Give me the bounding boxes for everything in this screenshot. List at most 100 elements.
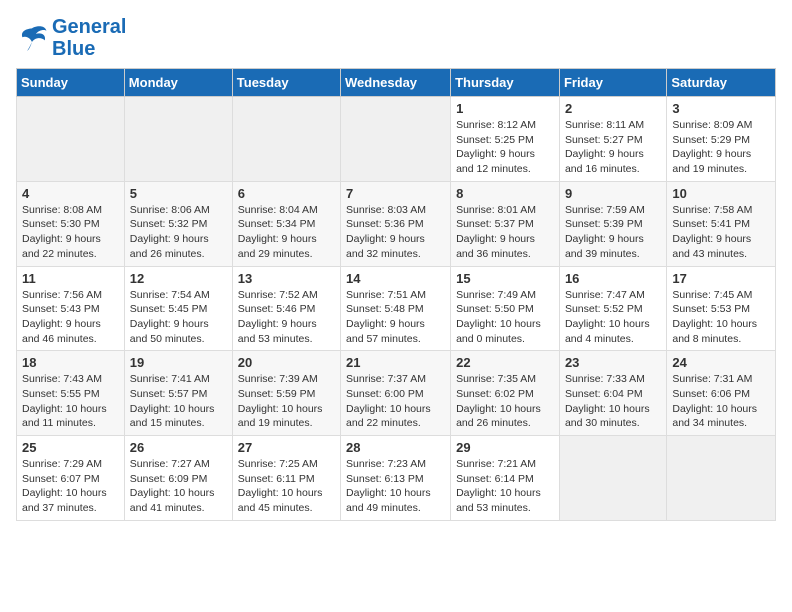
day-info: Sunrise: 8:12 AM Sunset: 5:25 PM Dayligh… xyxy=(456,118,554,177)
day-info: Sunrise: 8:09 AM Sunset: 5:29 PM Dayligh… xyxy=(672,118,770,177)
day-info: Sunrise: 8:06 AM Sunset: 5:32 PM Dayligh… xyxy=(130,203,227,262)
calendar-cell: 8 Sunrise: 8:01 AM Sunset: 5:37 PM Daylig… xyxy=(451,181,560,266)
column-header-tuesday: Tuesday xyxy=(232,69,340,97)
day-number: 17 xyxy=(672,271,770,286)
day-info: Sunrise: 7:35 AM Sunset: 6:02 PM Dayligh… xyxy=(456,372,554,431)
calendar-cell xyxy=(667,436,776,521)
calendar-week-row: 18 Sunrise: 7:43 AM Sunset: 5:55 PM Dayli… xyxy=(17,351,776,436)
calendar-cell: 20 Sunrise: 7:39 AM Sunset: 5:59 PM Dayli… xyxy=(232,351,340,436)
day-number: 9 xyxy=(565,186,661,201)
day-number: 14 xyxy=(346,271,445,286)
calendar-table: SundayMondayTuesdayWednesdayThursdayFrid… xyxy=(16,68,776,521)
logo: General Blue xyxy=(16,16,126,60)
calendar-cell: 16Sunrise: 7:47 AM Sunset: 5:52 PM Dayli… xyxy=(559,266,666,351)
calendar-cell: 14 Sunrise: 7:51 AM Sunset: 5:48 PM Dayli… xyxy=(341,266,451,351)
calendar-cell xyxy=(341,97,451,182)
day-info: Sunrise: 7:27 AM Sunset: 6:09 PM Dayligh… xyxy=(130,457,227,516)
calendar-cell: 11 Sunrise: 7:56 AM Sunset: 5:43 PM Dayli… xyxy=(17,266,125,351)
calendar-header-row: SundayMondayTuesdayWednesdayThursdayFrid… xyxy=(17,69,776,97)
column-header-thursday: Thursday xyxy=(451,69,560,97)
day-number: 1 xyxy=(456,101,554,116)
calendar-cell xyxy=(559,436,666,521)
calendar-cell: 24 Sunrise: 7:31 AM Sunset: 6:06 PM Dayli… xyxy=(667,351,776,436)
day-info: Sunrise: 8:11 AM Sunset: 5:27 PM Dayligh… xyxy=(565,118,661,177)
day-info: Sunrise: 7:29 AM Sunset: 6:07 PM Dayligh… xyxy=(22,457,119,516)
calendar-cell: 1 Sunrise: 8:12 AM Sunset: 5:25 PM Daylig… xyxy=(451,97,560,182)
calendar-cell: 22 Sunrise: 7:35 AM Sunset: 6:02 PM Dayli… xyxy=(451,351,560,436)
calendar-cell: 9 Sunrise: 7:59 AM Sunset: 5:39 PM Daylig… xyxy=(559,181,666,266)
day-number: 22 xyxy=(456,355,554,370)
day-info: Sunrise: 7:59 AM Sunset: 5:39 PM Dayligh… xyxy=(565,203,661,262)
calendar-week-row: 4 Sunrise: 8:08 AM Sunset: 5:30 PM Daylig… xyxy=(17,181,776,266)
day-number: 27 xyxy=(238,440,335,455)
day-info: Sunrise: 7:21 AM Sunset: 6:14 PM Dayligh… xyxy=(456,457,554,516)
day-info: Sunrise: 7:49 AM Sunset: 5:50 PM Dayligh… xyxy=(456,288,554,347)
calendar-cell: 4 Sunrise: 8:08 AM Sunset: 5:30 PM Daylig… xyxy=(17,181,125,266)
day-number: 25 xyxy=(22,440,119,455)
day-info: Sunrise: 7:54 AM Sunset: 5:45 PM Dayligh… xyxy=(130,288,227,347)
day-info: Sunrise: 8:03 AM Sunset: 5:36 PM Dayligh… xyxy=(346,203,445,262)
day-info: Sunrise: 7:51 AM Sunset: 5:48 PM Dayligh… xyxy=(346,288,445,347)
calendar-cell: 7 Sunrise: 8:03 AM Sunset: 5:36 PM Daylig… xyxy=(341,181,451,266)
day-info: Sunrise: 7:58 AM Sunset: 5:41 PM Dayligh… xyxy=(672,203,770,262)
calendar-cell: 2 Sunrise: 8:11 AM Sunset: 5:27 PM Daylig… xyxy=(559,97,666,182)
logo-text: General Blue xyxy=(52,16,126,60)
calendar-cell: 13Sunrise: 7:52 AM Sunset: 5:46 PM Dayli… xyxy=(232,266,340,351)
calendar-cell: 23 Sunrise: 7:33 AM Sunset: 6:04 PM Dayli… xyxy=(559,351,666,436)
day-number: 24 xyxy=(672,355,770,370)
day-info: Sunrise: 7:45 AM Sunset: 5:53 PM Dayligh… xyxy=(672,288,770,347)
calendar-cell: 26Sunrise: 7:27 AM Sunset: 6:09 PM Dayli… xyxy=(124,436,232,521)
column-header-monday: Monday xyxy=(124,69,232,97)
day-info: Sunrise: 7:23 AM Sunset: 6:13 PM Dayligh… xyxy=(346,457,445,516)
calendar-week-row: 1 Sunrise: 8:12 AM Sunset: 5:25 PM Daylig… xyxy=(17,97,776,182)
day-number: 29 xyxy=(456,440,554,455)
day-info: Sunrise: 7:39 AM Sunset: 5:59 PM Dayligh… xyxy=(238,372,335,431)
day-number: 2 xyxy=(565,101,661,116)
column-header-wednesday: Wednesday xyxy=(341,69,451,97)
calendar-cell: 3 Sunrise: 8:09 AM Sunset: 5:29 PM Daylig… xyxy=(667,97,776,182)
day-number: 3 xyxy=(672,101,770,116)
day-number: 20 xyxy=(238,355,335,370)
calendar-cell xyxy=(17,97,125,182)
day-number: 21 xyxy=(346,355,445,370)
calendar-cell: 28 Sunrise: 7:23 AM Sunset: 6:13 PM Dayli… xyxy=(341,436,451,521)
day-number: 15 xyxy=(456,271,554,286)
day-number: 28 xyxy=(346,440,445,455)
day-number: 7 xyxy=(346,186,445,201)
day-info: Sunrise: 7:41 AM Sunset: 5:57 PM Dayligh… xyxy=(130,372,227,431)
day-number: 4 xyxy=(22,186,119,201)
column-header-sunday: Sunday xyxy=(17,69,125,97)
day-info: Sunrise: 7:37 AM Sunset: 6:00 PM Dayligh… xyxy=(346,372,445,431)
calendar-cell: 29 Sunrise: 7:21 AM Sunset: 6:14 PM Dayli… xyxy=(451,436,560,521)
day-number: 5 xyxy=(130,186,227,201)
calendar-week-row: 11 Sunrise: 7:56 AM Sunset: 5:43 PM Dayli… xyxy=(17,266,776,351)
day-number: 11 xyxy=(22,271,119,286)
day-number: 8 xyxy=(456,186,554,201)
calendar-cell: 10 Sunrise: 7:58 AM Sunset: 5:41 PM Dayli… xyxy=(667,181,776,266)
day-info: Sunrise: 8:01 AM Sunset: 5:37 PM Dayligh… xyxy=(456,203,554,262)
day-number: 10 xyxy=(672,186,770,201)
day-info: Sunrise: 7:25 AM Sunset: 6:11 PM Dayligh… xyxy=(238,457,335,516)
day-number: 23 xyxy=(565,355,661,370)
calendar-cell: 19Sunrise: 7:41 AM Sunset: 5:57 PM Dayli… xyxy=(124,351,232,436)
day-number: 18 xyxy=(22,355,119,370)
calendar-cell: 12Sunrise: 7:54 AM Sunset: 5:45 PM Dayli… xyxy=(124,266,232,351)
day-info: Sunrise: 7:47 AM Sunset: 5:52 PM Dayligh… xyxy=(565,288,661,347)
day-info: Sunrise: 7:52 AM Sunset: 5:46 PM Dayligh… xyxy=(238,288,335,347)
calendar-cell: 25 Sunrise: 7:29 AM Sunset: 6:07 PM Dayli… xyxy=(17,436,125,521)
calendar-cell: 6Sunrise: 8:04 AM Sunset: 5:34 PM Daylig… xyxy=(232,181,340,266)
calendar-cell: 15 Sunrise: 7:49 AM Sunset: 5:50 PM Dayli… xyxy=(451,266,560,351)
day-info: Sunrise: 8:08 AM Sunset: 5:30 PM Dayligh… xyxy=(22,203,119,262)
calendar-cell: 21 Sunrise: 7:37 AM Sunset: 6:00 PM Dayli… xyxy=(341,351,451,436)
page-header: General Blue xyxy=(16,16,776,60)
day-info: Sunrise: 7:43 AM Sunset: 5:55 PM Dayligh… xyxy=(22,372,119,431)
day-info: Sunrise: 7:31 AM Sunset: 6:06 PM Dayligh… xyxy=(672,372,770,431)
logo-bird-icon xyxy=(16,24,48,52)
calendar-cell: 5 Sunrise: 8:06 AM Sunset: 5:32 PM Daylig… xyxy=(124,181,232,266)
calendar-cell: 18 Sunrise: 7:43 AM Sunset: 5:55 PM Dayli… xyxy=(17,351,125,436)
day-info: Sunrise: 7:33 AM Sunset: 6:04 PM Dayligh… xyxy=(565,372,661,431)
day-info: Sunrise: 7:56 AM Sunset: 5:43 PM Dayligh… xyxy=(22,288,119,347)
calendar-cell: 27 Sunrise: 7:25 AM Sunset: 6:11 PM Dayli… xyxy=(232,436,340,521)
column-header-friday: Friday xyxy=(559,69,666,97)
calendar-cell: 17 Sunrise: 7:45 AM Sunset: 5:53 PM Dayli… xyxy=(667,266,776,351)
